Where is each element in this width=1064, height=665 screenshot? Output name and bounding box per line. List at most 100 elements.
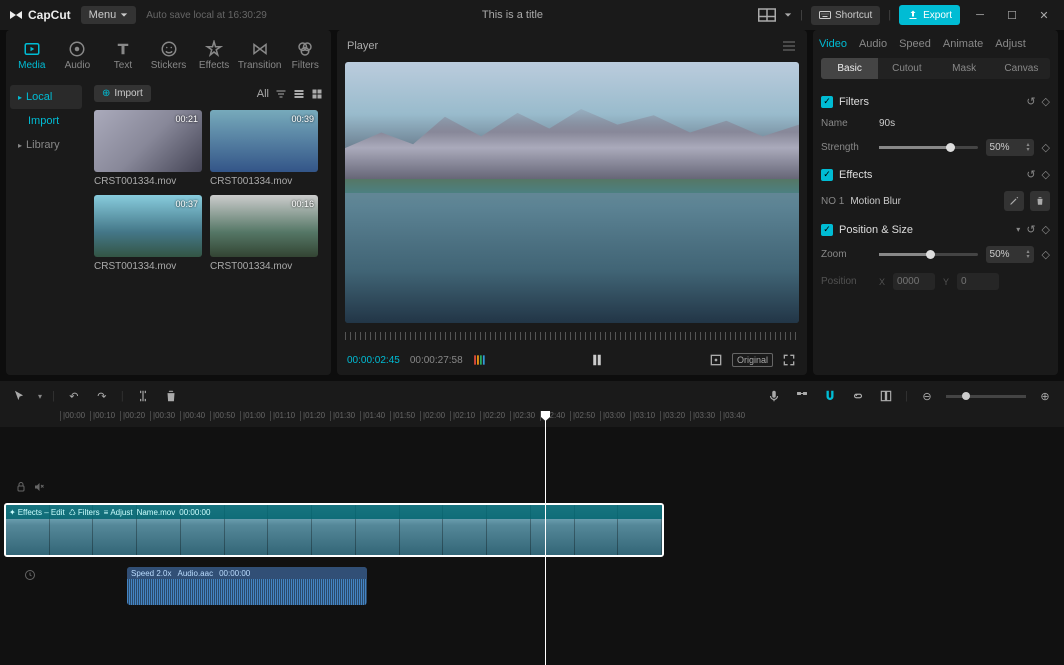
- filters-icon: [296, 40, 314, 58]
- export-icon: [907, 9, 919, 21]
- layout-icon[interactable]: [758, 8, 776, 22]
- filters-section: ✓ Filters ↺◇ Name90s Strength 50%▴▾ ◇: [821, 95, 1050, 156]
- prop-tab-animate[interactable]: Animate: [943, 38, 983, 50]
- keyframe-icon[interactable]: ◇: [1042, 141, 1050, 154]
- zoom-value[interactable]: 50%▴▾: [986, 246, 1034, 263]
- undo-button[interactable]: ↶: [65, 387, 83, 405]
- grid-view-icon[interactable]: [311, 88, 323, 100]
- toggle-main-track[interactable]: [793, 387, 811, 405]
- filters-checkbox[interactable]: ✓: [821, 96, 833, 108]
- zoom-in[interactable]: ⊕: [1036, 387, 1054, 405]
- media-thumb[interactable]: 00:39CRST001334.mov: [210, 110, 318, 187]
- reset-icon[interactable]: ↺: [1026, 95, 1035, 108]
- magnet-button[interactable]: [821, 387, 839, 405]
- subtab-basic[interactable]: Basic: [821, 58, 878, 79]
- zoom-out[interactable]: ⊖: [918, 387, 936, 405]
- pos-x-value[interactable]: 0000: [893, 273, 935, 290]
- subtab-canvas[interactable]: Canvas: [993, 58, 1050, 79]
- zoom-slider[interactable]: [879, 253, 978, 256]
- pause-button[interactable]: [588, 351, 606, 369]
- media-grid: ⊕Import All 00:21CRST001334.mov 00:39CRS…: [86, 81, 331, 375]
- subtab-mask[interactable]: Mask: [936, 58, 993, 79]
- scopes-icon[interactable]: [473, 353, 487, 367]
- properties-panel: Video Audio Speed Animate Adjust Basic C…: [813, 30, 1058, 375]
- tab-stickers[interactable]: Stickers: [147, 36, 191, 75]
- clock-icon[interactable]: [24, 569, 36, 581]
- window-close[interactable]: ✕: [1032, 3, 1056, 27]
- split-button[interactable]: [134, 387, 152, 405]
- link-button[interactable]: [849, 387, 867, 405]
- delete-effect-button[interactable]: [1030, 191, 1050, 211]
- timecode-total: 00:00:27:58: [410, 355, 463, 366]
- video-clip[interactable]: ✦ Effects – Edit ♺ Filters ≡ Adjust Name…: [4, 503, 664, 557]
- pos-size-checkbox[interactable]: ✓: [821, 224, 833, 236]
- subtab-cutout[interactable]: Cutout: [878, 58, 935, 79]
- export-button[interactable]: Export: [899, 5, 960, 25]
- media-thumb[interactable]: 00:21CRST001334.mov: [94, 110, 202, 187]
- trash-icon: [1035, 196, 1045, 206]
- tab-media[interactable]: Media: [10, 36, 54, 75]
- reset-icon[interactable]: ↺: [1026, 168, 1035, 181]
- sidebar-local[interactable]: ▸Local: [10, 85, 82, 109]
- clip-tag-filters: ♺ Filters: [69, 508, 100, 517]
- mute-icon[interactable]: [33, 481, 45, 493]
- window-maximize[interactable]: ☐: [1000, 3, 1024, 27]
- project-title[interactable]: This is a title: [277, 9, 748, 21]
- tab-filters[interactable]: Filters: [283, 36, 327, 75]
- tab-transition[interactable]: Transition: [238, 36, 282, 75]
- prop-tab-speed[interactable]: Speed: [899, 38, 931, 50]
- player-panel: Player 00:00:02:45 00:00:27:58 Original: [337, 30, 807, 375]
- media-thumb[interactable]: 00:37CRST001334.mov: [94, 195, 202, 272]
- clip-tc: 00:00:00: [179, 508, 210, 517]
- player-viewport[interactable]: [345, 62, 799, 323]
- tab-effects[interactable]: Effects: [192, 36, 236, 75]
- shortcut-button[interactable]: Shortcut: [811, 6, 880, 25]
- strength-slider[interactable]: [879, 146, 978, 149]
- player-title: Player: [347, 40, 378, 52]
- preview-axis[interactable]: [877, 387, 895, 405]
- sidebar-import[interactable]: Import: [10, 109, 82, 133]
- menu-dropdown[interactable]: Menu: [81, 6, 137, 24]
- media-thumb[interactable]: 00:16CRST001334.mov: [210, 195, 318, 272]
- keyframe-icon[interactable]: ◇: [1042, 223, 1050, 236]
- tab-text[interactable]: Text: [101, 36, 145, 75]
- strength-value[interactable]: 50%▴▾: [986, 139, 1034, 156]
- filter-all[interactable]: All: [257, 88, 269, 100]
- edit-effect-button[interactable]: [1004, 191, 1024, 211]
- redo-button[interactable]: ↷: [93, 387, 111, 405]
- prop-tab-video[interactable]: Video: [819, 38, 847, 50]
- sidebar-library[interactable]: ▸Library: [10, 133, 82, 157]
- keyframe-icon[interactable]: ◇: [1042, 248, 1050, 261]
- keyframe-icon[interactable]: ◇: [1042, 168, 1050, 181]
- timeline-ruler[interactable]: |00:00|00:10|00:20|00:30|00:40|00:50|01:…: [0, 411, 1064, 427]
- reset-icon[interactable]: ↺: [1026, 223, 1035, 236]
- audio-clip[interactable]: Speed 2.0x Audio.aac 00:00:00: [127, 567, 367, 605]
- timeline-zoom-slider[interactable]: [946, 395, 1026, 398]
- stickers-icon: [160, 40, 178, 58]
- keyframe-icon[interactable]: ◇: [1042, 95, 1050, 108]
- selection-tool[interactable]: [10, 387, 28, 405]
- window-minimize[interactable]: ─: [968, 3, 992, 27]
- sort-icon[interactable]: [275, 88, 287, 100]
- import-button[interactable]: ⊕Import: [94, 85, 151, 102]
- player-scrubber[interactable]: [345, 327, 799, 345]
- timeline-tracks[interactable]: ✦ Effects – Edit ♺ Filters ≡ Adjust Name…: [0, 427, 1064, 665]
- text-icon: [114, 40, 132, 58]
- fullscreen-icon[interactable]: [781, 352, 797, 368]
- player-menu-icon[interactable]: [781, 38, 797, 54]
- effect-no1-value: Motion Blur: [850, 196, 998, 207]
- delete-button[interactable]: [162, 387, 180, 405]
- record-voiceover[interactable]: [765, 387, 783, 405]
- playhead[interactable]: [545, 411, 546, 665]
- original-badge[interactable]: Original: [732, 353, 773, 367]
- tab-audio[interactable]: Audio: [56, 36, 100, 75]
- lock-icon[interactable]: [15, 481, 27, 493]
- scale-icon[interactable]: [708, 352, 724, 368]
- prop-tab-adjust[interactable]: Adjust: [995, 38, 1026, 50]
- list-view-icon[interactable]: [293, 88, 305, 100]
- prop-tab-audio[interactable]: Audio: [859, 38, 887, 50]
- pos-y-value[interactable]: 0: [957, 273, 999, 290]
- filter-name-value: 90s: [879, 118, 895, 129]
- chevron-down-icon[interactable]: [784, 11, 792, 19]
- effects-checkbox[interactable]: ✓: [821, 169, 833, 181]
